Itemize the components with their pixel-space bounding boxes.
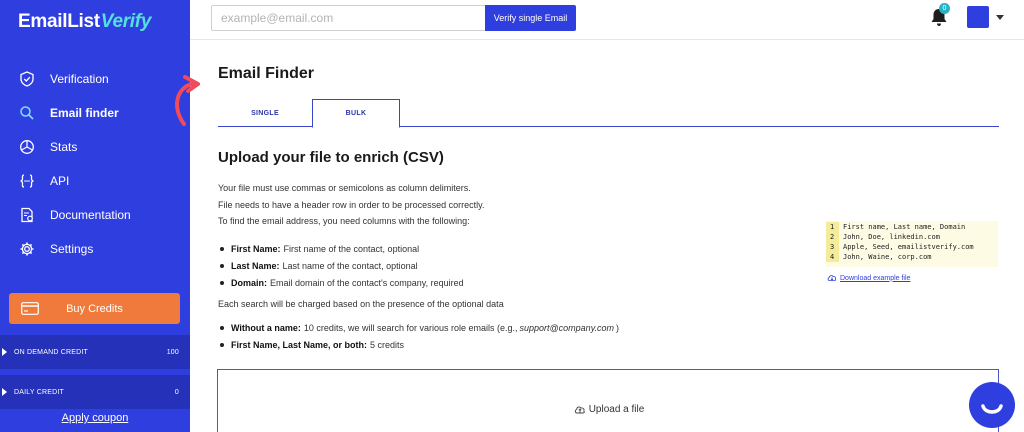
verify-single-email-button[interactable]: Verify single Email [485,5,576,31]
column-desc: First name of the contact, optional [283,243,420,254]
pricing-desc: 10 credits, we will search for various r… [303,322,518,333]
notification-badge: 0 [939,3,950,14]
logo-text-main: EmailList [18,11,100,32]
annotation-arrow-icon [175,75,200,126]
code-line: 2 John, Doe, linkedin.com [826,231,998,242]
sidebar-item-label: Stats [50,140,78,154]
pricing-list: Without a name: 10 credits, we will searc… [218,319,619,353]
search-icon [19,105,35,121]
gear-icon [19,241,35,257]
pie-chart-icon [19,139,35,155]
code-line: 1 First name, Last name, Domain [826,221,998,232]
upload-dropzone[interactable]: Upload a file [217,369,999,432]
column-desc: Last name of the contact, optional [282,260,418,271]
credit-value: 100 [166,348,179,356]
sidebar-item-stats[interactable]: Stats [0,130,190,164]
sidebar: EmailList Verify Verification Email finde… [0,0,190,432]
avatar[interactable] [967,6,989,28]
code-text: Apple, Seed, emailistverify.com [843,243,974,251]
apply-coupon-link[interactable]: Apply coupon [0,412,190,432]
logo[interactable]: EmailList Verify [18,10,151,34]
document-gear-icon [19,207,35,223]
section-title: Upload your file to enrich (CSV) [218,149,444,166]
sidebar-item-settings[interactable]: Settings [0,232,190,266]
tabs: SINGLE BULK [218,99,999,128]
pricing-example: support@company.com [519,322,615,333]
upload-file-button[interactable]: Upload a file [218,404,1000,415]
line-number: 4 [826,252,839,262]
download-example-label: Download example file [840,274,911,282]
buy-credits-button[interactable]: Buy Credits [9,293,180,324]
charge-note: Each search will be charged based on the… [218,299,504,309]
app-root: EmailList Verify Verification Email finde… [0,0,1024,432]
column-desc: Email domain of the contact's company, r… [270,277,464,288]
sidebar-item-label: Verification [50,72,109,86]
list-item: First Name: First name of the contact, op… [218,240,464,257]
code-text: John, Doe, linkedin.com [843,233,940,241]
list-item: Last Name: Last name of the contact, opti… [218,257,464,274]
line-number: 1 [826,222,839,232]
sidebar-item-label: API [50,174,70,188]
sidebar-item-verification[interactable]: Verification [0,62,190,96]
main-content: Email Finder SINGLE BULK Upload your fil… [175,40,1024,432]
intro-text: File needs to have a header row in order… [218,200,485,210]
sidebar-item-label: Email finder [50,106,119,120]
column-requirements-list: First Name: First name of the contact, op… [218,240,464,291]
topbar: Verify single Email 0 [190,0,1024,40]
daily-credit-row[interactable]: DAILY CREDIT 0 [0,375,190,409]
code-braces-icon [19,173,35,189]
upload-label: Upload a file [588,404,645,415]
code-text: John, Waine, corp.com [843,253,932,261]
shield-check-icon [19,71,35,87]
code-text: First name, Last name, Domain [843,223,966,231]
chevron-down-icon[interactable] [996,15,1004,20]
pricing-desc: 5 credits [370,339,405,350]
example-csv-block: 1 First name, Last name, Domain 2 John, Do… [826,221,998,267]
on-demand-credit-row[interactable]: ON DEMAND CREDIT 100 [0,335,190,369]
smile-icon [981,404,1003,414]
pricing-name: First Name, Last Name, or both: [231,339,368,350]
intro-text: To find the email address, you need colu… [218,216,470,226]
credit-value: 0 [174,388,179,396]
code-line: 4 John, Waine, corp.com [826,251,998,262]
sidebar-item-label: Documentation [50,208,131,222]
chat-support-button[interactable] [969,382,1015,428]
sidebar-item-email-finder[interactable]: Email finder [0,96,190,130]
page-title: Email Finder [218,65,315,82]
credit-label: ON DEMAND CREDIT [14,348,88,356]
sidebar-nav: Verification Email finder Stats API Docu… [0,62,190,266]
pricing-desc-end: ) [616,322,620,333]
list-item: Without a name: 10 credits, we will searc… [218,319,619,336]
line-number: 2 [826,232,839,242]
logo-text-accent: Verify [100,11,152,32]
sidebar-item-documentation[interactable]: Documentation [0,198,190,232]
tab-single[interactable]: SINGLE [218,99,312,127]
list-item: First Name, Last Name, or both: 5 credits [218,336,619,353]
line-number: 3 [826,242,839,252]
code-line: 3 Apple, Seed, emailistverify.com [826,241,998,252]
download-example-link[interactable]: Download example file [827,274,910,282]
column-name: Last Name: [231,260,280,271]
intro-text: Your file must use commas or semicolons … [218,183,471,193]
credit-card-icon [21,302,39,318]
buy-credits-label: Buy Credits [66,302,123,315]
cloud-upload-icon [574,406,585,414]
sidebar-item-label: Settings [50,242,94,256]
cloud-download-icon [827,275,837,281]
email-input[interactable] [211,5,486,31]
column-name: First Name: [231,243,281,254]
credit-label: DAILY CREDIT [14,388,64,396]
list-item: Domain: Email domain of the contact's com… [218,274,464,291]
column-name: Domain: [231,277,267,288]
tab-bulk[interactable]: BULK [312,99,400,128]
sidebar-item-api[interactable]: API [0,164,190,198]
pricing-name: Without a name: [231,322,301,333]
